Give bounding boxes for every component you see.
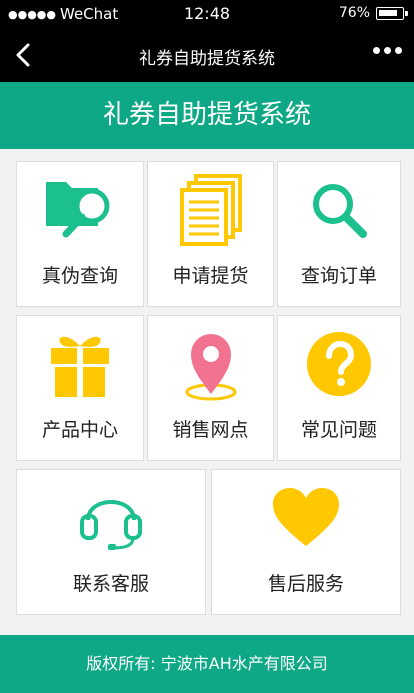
folder-search-icon: [46, 182, 110, 238]
copyright-footer: 版权所有: 宁波市AH水产有限公司: [0, 635, 414, 693]
more-button[interactable]: [373, 47, 402, 54]
question-icon: [307, 332, 371, 396]
tile-label: 产品中心: [41, 419, 118, 441]
tile-product-center[interactable]: 产品中心: [16, 315, 144, 461]
tile-label: 常见问题: [300, 419, 377, 441]
nav-bar: 礼券自助提货系统: [0, 28, 414, 82]
tile-faq[interactable]: 常见问题: [277, 315, 401, 461]
gift-icon: [51, 336, 109, 397]
tile-label: 售后服务: [267, 573, 344, 595]
more-dot-icon: [395, 47, 402, 54]
heart-icon: [273, 488, 339, 546]
documents-icon: [179, 174, 242, 246]
more-dot-icon: [373, 47, 380, 54]
more-dot-icon: [384, 47, 391, 54]
battery-icon: [376, 6, 408, 20]
tile-apply-pickup[interactable]: 申请提货: [147, 161, 274, 307]
tile-label: 销售网点: [172, 419, 249, 441]
tile-label: 真伪查询: [41, 265, 118, 287]
location-pin-icon: [185, 334, 236, 401]
tile-label: 申请提货: [172, 265, 249, 287]
tile-after-sales[interactable]: 售后服务: [211, 469, 401, 615]
status-bar: ●●●●● WeChat 12:48 76%: [0, 0, 414, 28]
headset-icon: [80, 500, 142, 550]
page-banner: 礼券自助提货系统: [0, 82, 414, 149]
battery-percent: 76%: [338, 5, 370, 21]
battery-group: 76%: [338, 5, 408, 21]
nav-title: 礼券自助提货系统: [139, 49, 275, 69]
tile-customer-service[interactable]: 联系客服: [16, 469, 206, 615]
tile-label: 联系客服: [72, 573, 149, 595]
tile-authenticity-check[interactable]: 真伪查询: [16, 161, 144, 307]
search-icon: [313, 184, 367, 238]
tile-sales-outlets[interactable]: 销售网点: [147, 315, 274, 461]
tile-label: 查询订单: [300, 265, 377, 287]
tile-order-query[interactable]: 查询订单: [277, 161, 401, 307]
